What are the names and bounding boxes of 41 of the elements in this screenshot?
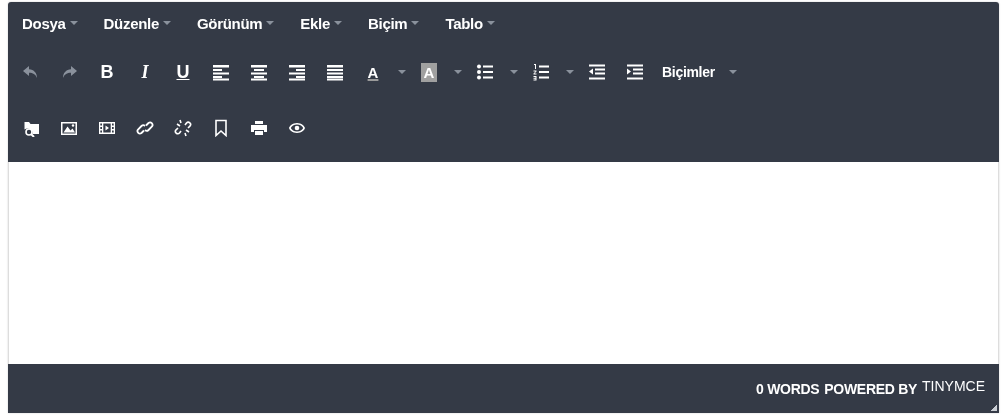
formats-menu[interactable]: Biçimler [658, 57, 719, 87]
align-justify-icon [326, 63, 344, 81]
dropdown-caret-icon[interactable] [398, 70, 406, 74]
dropdown-caret-icon[interactable] [566, 70, 574, 74]
unlink-icon [174, 119, 192, 137]
dropdown-caret-icon[interactable] [510, 70, 518, 74]
numbered-list-icon [532, 63, 550, 81]
printer-icon [250, 119, 268, 137]
caret-icon [266, 21, 275, 25]
caret-icon [69, 21, 78, 25]
menu-item[interactable]: Ekle [294, 12, 349, 34]
menu-item[interactable]: Dosya [16, 12, 84, 34]
word-count: 0 WORDS [756, 380, 820, 397]
caret-icon [334, 21, 343, 25]
menu-item[interactable]: Görünüm [190, 12, 281, 34]
align-center-icon [250, 63, 268, 81]
menu-item[interactable]: Düzenle [97, 12, 177, 34]
outdent-icon [588, 63, 606, 81]
caret-icon [411, 21, 420, 25]
dropdown-caret-icon[interactable] [728, 70, 737, 74]
image-icon [60, 119, 78, 137]
align-left-icon [212, 63, 230, 81]
format-button[interactable]: B [92, 57, 122, 87]
menu-item[interactable]: Tablo [439, 12, 501, 34]
bookmark-icon [212, 119, 230, 137]
dropdown-caret-icon[interactable] [454, 70, 462, 74]
format-button[interactable]: I [130, 57, 160, 87]
link-icon [136, 119, 154, 137]
menu-item[interactable]: Biçim [362, 12, 426, 34]
text-color-button[interactable]: A [358, 57, 388, 87]
caret-icon [486, 21, 495, 25]
align-right-icon [288, 63, 306, 81]
caret-icon [162, 21, 171, 25]
brand-link[interactable]: TINYMCE [922, 377, 985, 394]
bullet-list-icon [476, 63, 494, 81]
format-button[interactable]: U [168, 57, 198, 87]
folder-search-icon [22, 119, 40, 137]
indent-icon [626, 63, 644, 81]
resize-handle-icon[interactable] [991, 405, 997, 411]
powered-by-label: POWERED BY [824, 380, 917, 397]
film-icon [98, 119, 116, 137]
